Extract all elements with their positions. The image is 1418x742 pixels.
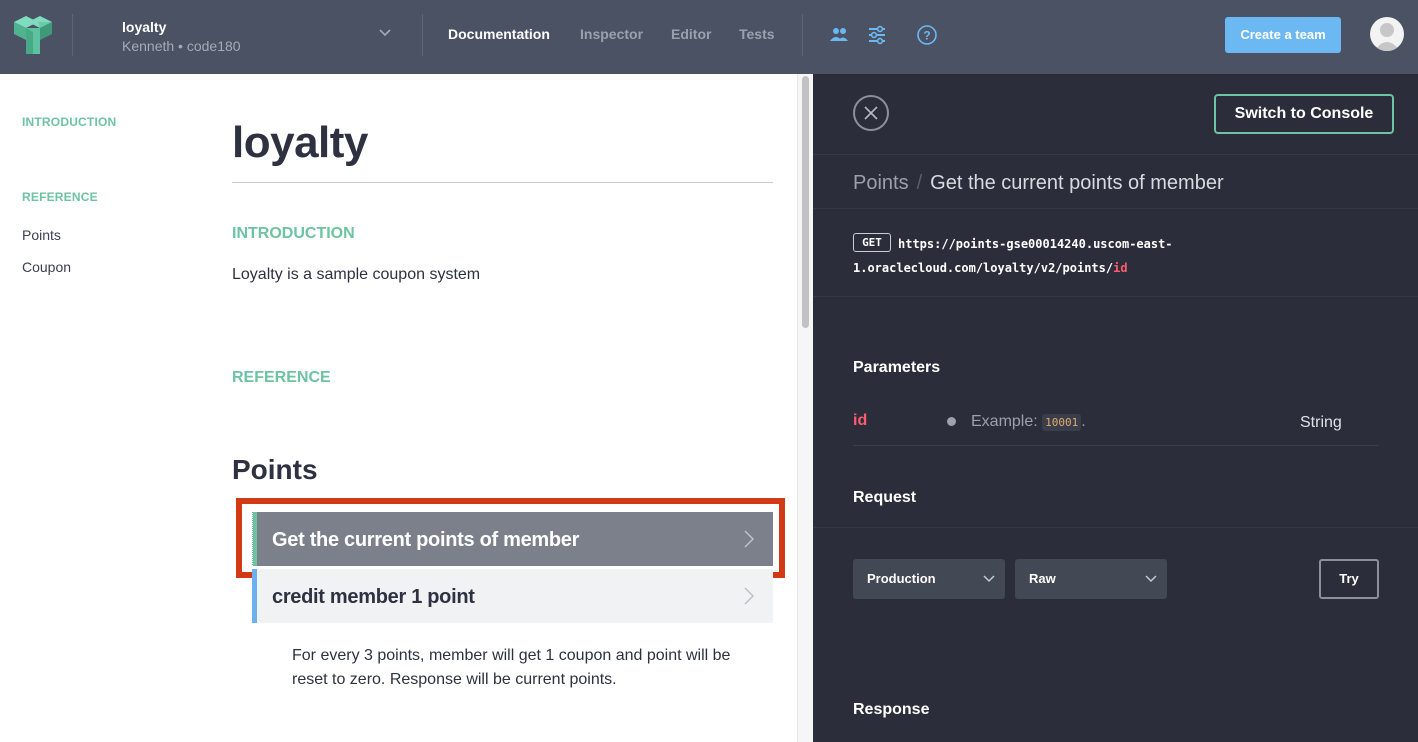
operation-accent-bar <box>252 512 257 566</box>
required-dot-icon <box>947 417 956 426</box>
format-select[interactable]: Raw <box>1015 559 1167 599</box>
page-title: loyalty <box>232 118 368 167</box>
team-icon[interactable] <box>828 24 850 46</box>
divider <box>813 208 1418 209</box>
breadcrumb-root[interactable]: Points <box>853 172 909 194</box>
divider <box>802 14 803 56</box>
chevron-down-icon[interactable] <box>378 28 392 38</box>
operation-get-current-points[interactable]: Get the current points of member <box>252 512 773 566</box>
chevron-right-icon <box>744 530 754 548</box>
sidebar-item-points[interactable]: Points <box>22 227 61 243</box>
close-panel-button[interactable] <box>853 95 889 131</box>
param-example-prefix: Example: <box>971 413 1038 430</box>
project-switcher[interactable]: loyalty Kenneth • code180 <box>122 18 241 56</box>
param-name: id <box>853 412 868 429</box>
scrollbar-thumb[interactable] <box>802 76 809 328</box>
divider <box>853 445 1378 446</box>
user-icon <box>1374 23 1400 51</box>
param-type: String <box>1300 414 1342 431</box>
sidebar-heading-reference[interactable]: REFERENCE <box>22 190 98 204</box>
create-team-button[interactable]: Create a team <box>1225 17 1341 53</box>
close-icon <box>864 106 878 120</box>
avatar[interactable] <box>1370 17 1404 51</box>
param-example-value: 10001 <box>1042 414 1082 431</box>
group-title-points: Points <box>232 454 318 485</box>
chevron-down-icon <box>1145 575 1157 583</box>
section-label-introduction: INTRODUCTION <box>232 225 355 242</box>
top-bar: loyalty Kenneth • code180 Documentation … <box>0 0 1418 74</box>
operation-label: credit member 1 point <box>272 586 475 608</box>
project-name: loyalty <box>122 19 167 35</box>
parameters-heading: Parameters <box>853 359 941 376</box>
chevron-down-icon <box>983 575 995 583</box>
app-logo-icon[interactable] <box>14 16 52 54</box>
param-example: Example: 10001. <box>971 413 1086 431</box>
operation-label: Get the current points of member <box>272 529 580 551</box>
breadcrumb-separator: / <box>916 172 923 194</box>
divider <box>813 527 1418 528</box>
intro-text: Loyalty is a sample coupon system <box>232 266 481 283</box>
divider <box>422 14 423 56</box>
operation-accent-bar <box>252 569 257 623</box>
help-icon[interactable]: ? <box>916 24 938 46</box>
operation-description: For every 3 points, member will get 1 co… <box>292 647 731 688</box>
sidebar-item-coupon[interactable]: Coupon <box>22 259 71 275</box>
project-subtitle: Kenneth • code180 <box>122 38 241 54</box>
request-heading: Request <box>853 489 917 506</box>
sidebar-heading-introduction[interactable]: INTRODUCTION <box>22 115 116 129</box>
svg-text:?: ? <box>923 29 930 43</box>
breadcrumb-current: Get the current points of member <box>930 172 1224 194</box>
divider <box>813 296 1418 297</box>
environment-value: Production <box>867 571 936 586</box>
section-label-reference: REFERENCE <box>232 369 331 386</box>
nav-tests[interactable]: Tests <box>739 26 775 42</box>
title-divider <box>232 182 773 183</box>
operation-credit-member-point[interactable]: credit member 1 point <box>252 569 773 623</box>
response-heading: Response <box>853 701 930 718</box>
environment-select[interactable]: Production <box>853 559 1005 599</box>
endpoint-url: https://points-gse00014240.uscom-east-1.… <box>853 232 1373 280</box>
param-example-suffix: . <box>1081 413 1086 430</box>
format-value: Raw <box>1029 571 1056 586</box>
settings-sliders-icon[interactable] <box>866 24 888 46</box>
try-button[interactable]: Try <box>1319 559 1379 599</box>
breadcrumb: Points / Get the current points of member <box>853 172 1224 195</box>
inspector-panel: Switch to Console Points / Get the current… <box>813 74 1418 742</box>
nav-documentation[interactable]: Documentation <box>448 26 550 42</box>
switch-to-console-button[interactable]: Switch to Console <box>1214 94 1394 134</box>
nav-inspector[interactable]: Inspector <box>580 26 643 42</box>
nav-editor[interactable]: Editor <box>671 26 711 42</box>
divider <box>72 14 73 56</box>
url-param: id <box>1113 261 1128 275</box>
chevron-right-icon <box>744 587 754 605</box>
divider <box>813 154 1418 155</box>
